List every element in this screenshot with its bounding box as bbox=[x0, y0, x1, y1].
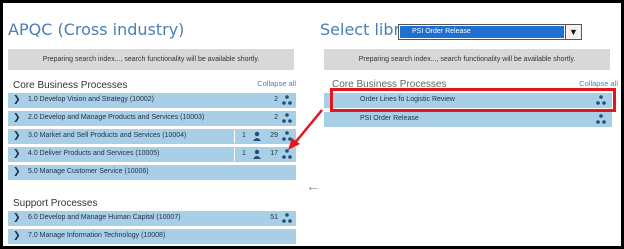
process-row[interactable]: ❯ 1.0 Develop Vision and Strategy (10002)… bbox=[8, 93, 296, 108]
process-label: 3.0 Market and Sell Products and Service… bbox=[28, 132, 187, 139]
chevron-right-icon[interactable]: ❯ bbox=[13, 212, 21, 223]
dropdown-arrow-icon[interactable]: ▼ bbox=[565, 25, 581, 39]
left-panel: APQC (Cross industry) Preparing search i… bbox=[6, 4, 296, 244]
library-title: APQC (Cross industry) bbox=[8, 20, 185, 39]
chevron-right-icon[interactable]: ❯ bbox=[13, 130, 21, 141]
process-label: 5.0 Manage Customer Service (10006) bbox=[28, 168, 149, 175]
subprocess-count: 2 bbox=[274, 114, 278, 121]
collapse-all-link-right[interactable]: Collapse all bbox=[579, 79, 618, 88]
search-notice: Preparing search index..., search functi… bbox=[8, 49, 294, 70]
row-divider bbox=[234, 148, 235, 161]
process-label: 1.0 Develop Vision and Strategy (10002) bbox=[28, 96, 154, 103]
hierarchy-icon[interactable] bbox=[282, 213, 292, 223]
collapse-all-link[interactable]: Collapse all bbox=[257, 79, 296, 88]
process-row[interactable]: ❯ 4.0 Deliver Products and Services (1000… bbox=[8, 147, 296, 162]
right-panel: Select library PSI Order Release ▼ Prepa… bbox=[318, 4, 618, 244]
process-row[interactable]: ❯ 2.0 Develop and Manage Products and Ser… bbox=[8, 111, 296, 126]
chevron-right-icon[interactable]: ❯ bbox=[13, 166, 21, 177]
process-label: 7.0 Manage Information Technology (10008… bbox=[28, 232, 166, 239]
subprocess-count: 17 bbox=[270, 150, 278, 157]
row-divider bbox=[234, 130, 235, 143]
back-arrow-icon[interactable]: ← bbox=[306, 178, 320, 194]
subprocess-count: 29 bbox=[270, 132, 278, 139]
support-section-label: Support Processes bbox=[13, 198, 98, 209]
search-notice-right: Preparing search index..., search functi… bbox=[324, 49, 610, 70]
library-select-value: PSI Order Release bbox=[400, 26, 564, 38]
subprocess-count: 2 bbox=[274, 96, 278, 103]
subprocess-count: 51 bbox=[270, 214, 278, 221]
process-row[interactable]: ❯ 5.0 Manage Customer Service (10006) bbox=[8, 165, 296, 180]
user-count: 1 bbox=[242, 150, 246, 157]
hierarchy-icon[interactable] bbox=[282, 95, 292, 105]
pointer-arrow-icon bbox=[288, 109, 323, 150]
core-section-label: Core Business Processes bbox=[13, 80, 128, 91]
user-icon bbox=[253, 149, 261, 159]
chevron-right-icon[interactable]: ❯ bbox=[13, 230, 21, 241]
user-count: 1 bbox=[242, 132, 246, 139]
highlight-box bbox=[330, 88, 616, 112]
chevron-right-icon[interactable]: ❯ bbox=[13, 94, 21, 105]
process-row[interactable]: ❯ 7.0 Manage Information Technology (1000… bbox=[8, 229, 296, 244]
process-row[interactable]: ❯ 6.0 Develop and Manage Human Capital (1… bbox=[8, 211, 296, 226]
chevron-right-icon[interactable]: ❯ bbox=[13, 112, 21, 123]
library-select[interactable]: PSI Order Release ▼ bbox=[398, 24, 582, 40]
process-label: 2.0 Develop and Manage Products and Serv… bbox=[28, 114, 205, 121]
library-item-label: PSI Order Release bbox=[360, 115, 419, 122]
hierarchy-icon[interactable] bbox=[596, 114, 606, 124]
process-label: 6.0 Develop and Manage Human Capital (10… bbox=[28, 214, 181, 221]
library-item-row[interactable]: PSI Order Release bbox=[324, 112, 612, 127]
user-icon bbox=[253, 131, 261, 141]
process-label: 4.0 Deliver Products and Services (10005… bbox=[28, 150, 160, 157]
chevron-right-icon[interactable]: ❯ bbox=[13, 148, 21, 159]
process-row[interactable]: ❯ 3.0 Market and Sell Products and Servic… bbox=[8, 129, 296, 144]
